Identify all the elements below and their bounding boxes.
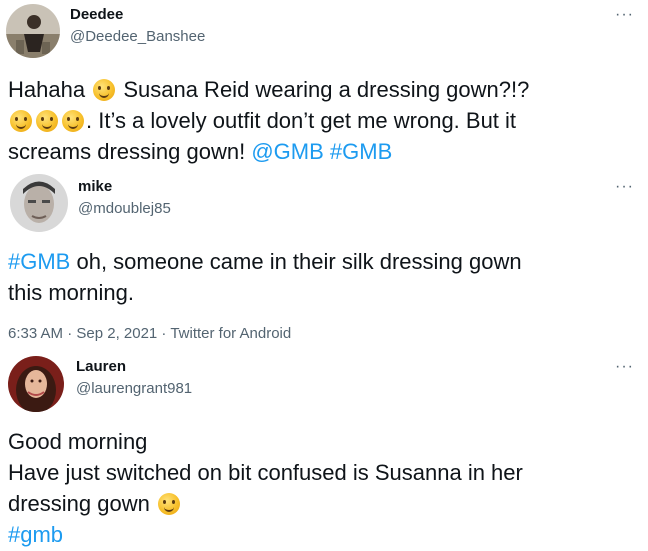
tweet-deedee: Deedee @Deedee_Banshee ··· Hahaha Susana… — [0, 0, 648, 170]
thinking-face-emoji — [10, 110, 32, 132]
avatar[interactable] — [6, 4, 60, 58]
text-segment: Good morning — [8, 429, 148, 454]
more-options-icon[interactable]: ··· — [615, 7, 634, 23]
display-name[interactable]: Deedee — [70, 6, 123, 23]
tweet-text: Good morning Have just switched on bit c… — [8, 426, 638, 550]
rolling-on-floor-laughing-emoji — [93, 79, 116, 101]
avatar[interactable] — [10, 174, 68, 232]
mention-link[interactable]: @GMB — [251, 139, 323, 164]
user-handle[interactable]: @Deedee_Banshee — [70, 28, 205, 45]
text-segment: Have just switched on bit confused is Su… — [8, 460, 523, 485]
tweet-mike: mike @mdoublej85 ··· #GMB oh, someone ca… — [0, 170, 648, 350]
tweet-lauren: Lauren @laurengrant981 ··· Good morning … — [0, 350, 648, 551]
tweet-timestamp[interactable]: 6:33 AM · Sep 2, 2021 · Twitter for Andr… — [8, 325, 291, 342]
more-options-icon[interactable]: ··· — [615, 179, 634, 195]
text-segment: Susana Reid wearing a dressing gown?!? — [123, 77, 530, 102]
tweet-text: #GMB oh, someone came in their silk dres… — [8, 246, 638, 308]
user-handle[interactable]: @mdoublej85 — [78, 200, 171, 217]
grinning-sweat-emoji — [36, 110, 58, 132]
avatar[interactable] — [8, 356, 64, 412]
text-segment: Hahaha — [8, 77, 86, 102]
hashtag-link[interactable]: #GMB — [8, 249, 70, 274]
more-options-icon[interactable]: ··· — [615, 359, 634, 375]
text-segment: screams dressing gown! — [8, 139, 246, 164]
user-handle[interactable]: @laurengrant981 — [76, 380, 192, 397]
display-name[interactable]: Lauren — [76, 358, 126, 375]
hashtag-link[interactable]: #GMB — [330, 139, 392, 164]
thinking-face-emoji — [158, 493, 180, 515]
rolling-on-floor-laughing-emoji — [62, 110, 84, 132]
display-name[interactable]: mike — [78, 178, 112, 195]
text-segment: dressing gown — [8, 491, 150, 516]
tweet-text: Hahaha Susana Reid wearing a dressing go… — [8, 74, 638, 167]
hashtag-link[interactable]: #gmb — [8, 522, 63, 547]
text-segment: oh, someone came in their silk dressing … — [70, 249, 522, 274]
text-segment: . It’s a lovely outfit don’t get me wron… — [86, 108, 517, 133]
text-segment: this morning. — [8, 280, 134, 305]
